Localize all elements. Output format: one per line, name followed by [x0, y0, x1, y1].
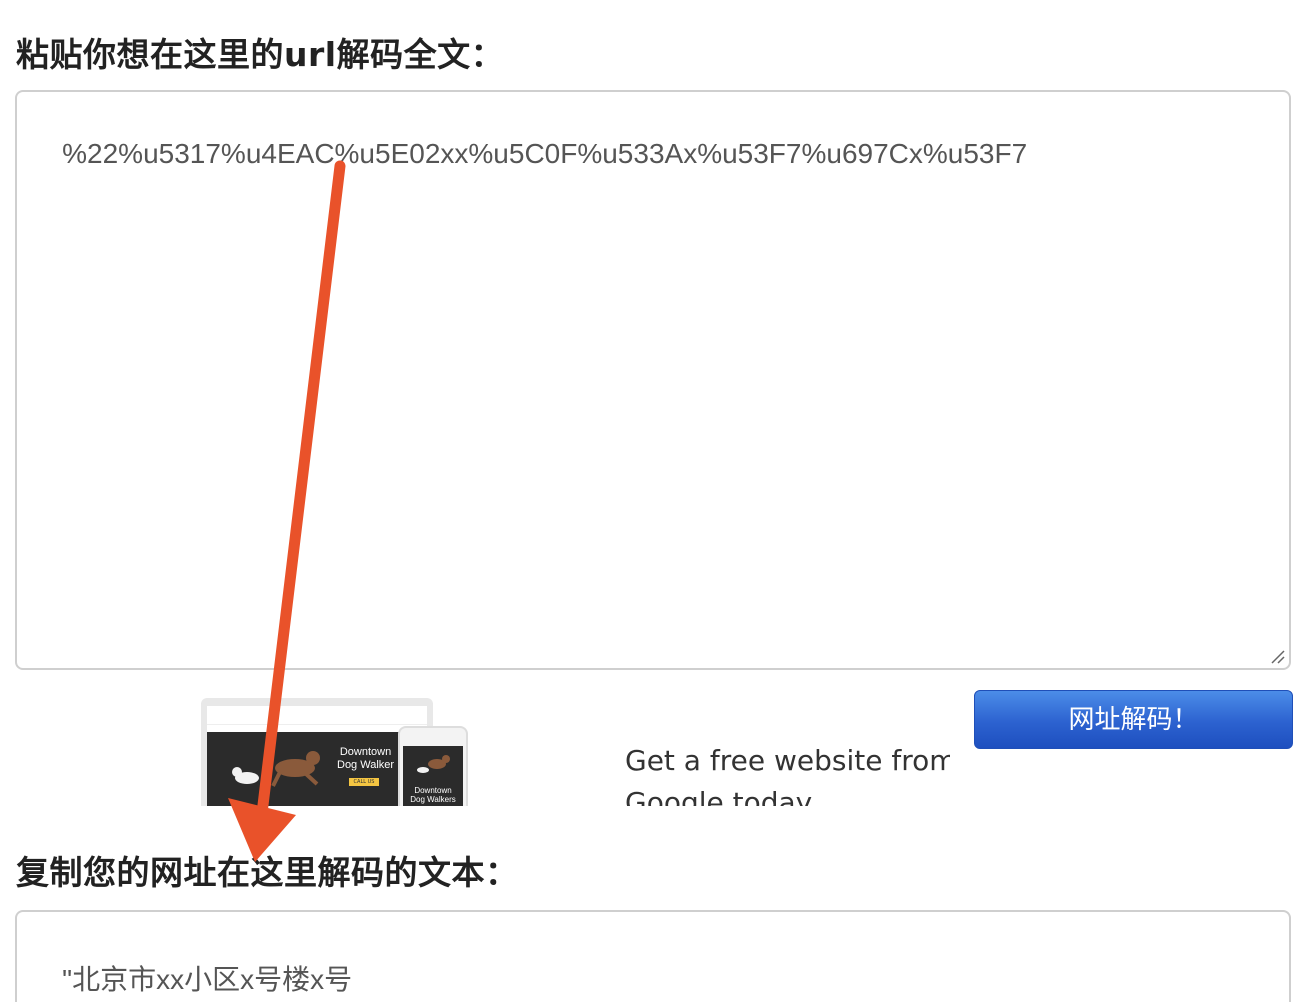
input-label: 粘贴你想在这里的url解码全文： [16, 35, 505, 74]
phone-dog-icon [417, 755, 450, 773]
page: 粘贴你想在这里的url解码全文： %22%u5317%u4EAC%u5E02xx… [0, 0, 1308, 1002]
ad-headline[interactable]: Get a free website from Google today [625, 740, 950, 806]
dog-illustration-icon [232, 751, 320, 787]
decoded-output-text: "北京市xx小区x号楼x号 [62, 964, 353, 995]
ad-phone-title: Downtown Dog Walkers [410, 786, 456, 804]
ad-phone-image: Downtown Dog Walkers [398, 726, 468, 806]
ad-call-badge: CALL US [349, 778, 379, 786]
decode-button[interactable]: 网址解码！ [974, 690, 1293, 749]
resize-handle-icon[interactable] [1269, 648, 1285, 664]
decoded-output-textarea[interactable]: "北京市xx小区x号楼x号 [15, 910, 1291, 1002]
url-input-textarea[interactable]: %22%u5317%u4EAC%u5E02xx%u5C0F%u533Ax%u53… [15, 90, 1291, 670]
ad-laptop-title: Downtown Dog Walker [337, 746, 395, 771]
url-input-text: %22%u5317%u4EAC%u5E02xx%u5C0F%u533Ax%u53… [62, 138, 1028, 169]
ad-banner[interactable]: Downtown Dog Walker CALL US Downtown Dog… [15, 690, 950, 806]
output-label: 复制您的网址在这里解码的文本： [16, 853, 519, 892]
